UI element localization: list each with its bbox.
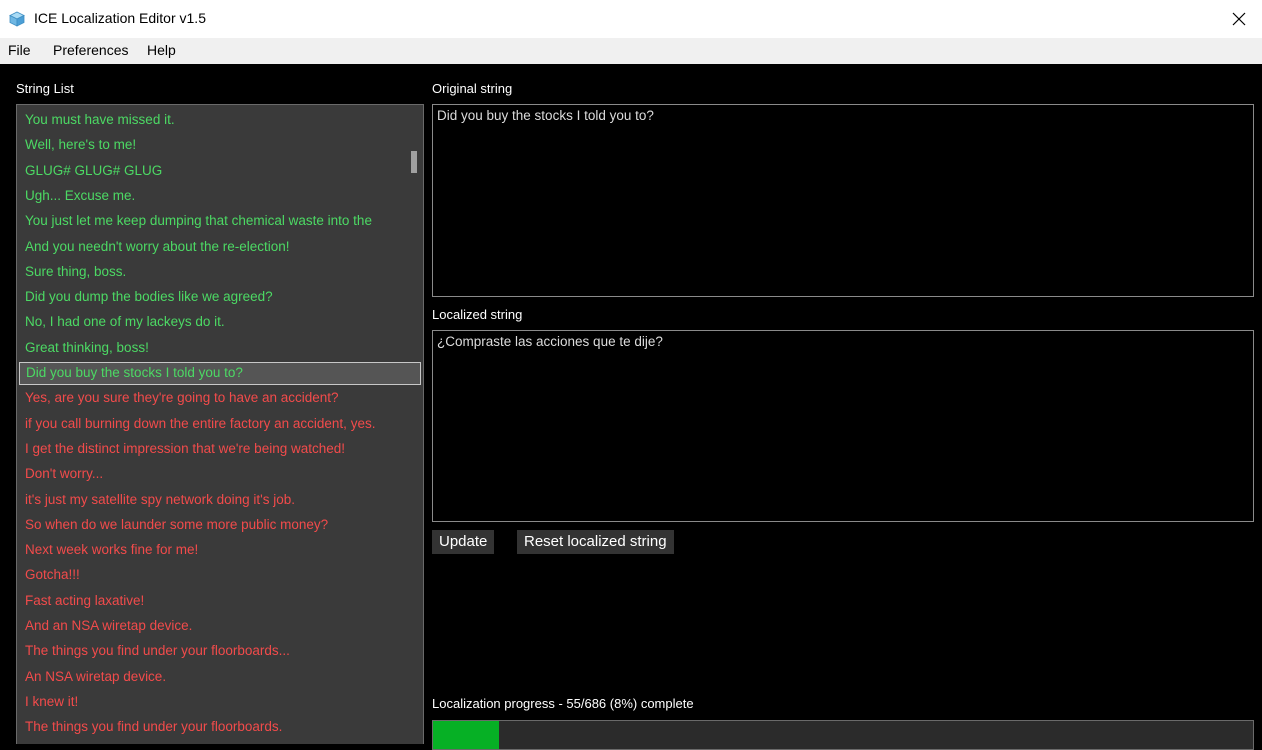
list-item[interactable]: And you needn't worry about the re-elect…: [19, 236, 421, 259]
menu-file[interactable]: File: [8, 42, 31, 58]
original-string-field[interactable]: Did you buy the stocks I told you to?: [432, 104, 1254, 297]
list-item[interactable]: Great thinking, boss!: [19, 337, 421, 360]
close-icon: [1232, 12, 1246, 26]
list-item[interactable]: Did you dump the bodies like we agreed?: [19, 286, 421, 309]
original-string-label: Original string: [432, 81, 513, 96]
list-item[interactable]: Ugh... Excuse me.: [19, 185, 421, 208]
list-item[interactable]: You just let me keep dumping that chemic…: [19, 210, 421, 233]
string-list-label: String List: [16, 81, 74, 96]
list-item[interactable]: Fast acting laxative!: [19, 590, 421, 613]
list-item[interactable]: So when do we launder some more public m…: [19, 514, 421, 537]
list-item[interactable]: GLUG# GLUG# GLUG: [19, 160, 421, 183]
menu-bar: File Preferences Help: [0, 38, 1262, 64]
localized-string-field[interactable]: ¿Compraste las acciones que te dije?: [432, 330, 1254, 522]
list-item[interactable]: I get the distinct impression that we're…: [19, 438, 421, 461]
list-item[interactable]: Next week works fine for me!: [19, 539, 421, 562]
list-item[interactable]: An NSA wiretap device.: [19, 666, 421, 689]
list-item[interactable]: Yes, are you sure they're going to have …: [19, 387, 421, 410]
list-item[interactable]: Gotcha!!!: [19, 564, 421, 587]
reset-localized-string-button[interactable]: Reset localized string: [517, 530, 674, 554]
title-bar: ICE Localization Editor v1.5: [0, 0, 1262, 38]
list-item[interactable]: The things you find under your floorboar…: [19, 640, 421, 663]
string-list[interactable]: You must have missed it. Well, here's to …: [16, 104, 424, 744]
list-item[interactable]: Well, here's to me!: [19, 134, 421, 157]
list-item-selected[interactable]: Did you buy the stocks I told you to?: [19, 362, 421, 385]
close-button[interactable]: [1216, 0, 1262, 38]
window-title: ICE Localization Editor v1.5: [34, 10, 206, 26]
list-item[interactable]: it's just my satellite spy network doing…: [19, 489, 421, 512]
localized-string-label: Localized string: [432, 307, 523, 322]
progress-fill: [433, 721, 499, 749]
list-item[interactable]: Sure thing, boss.: [19, 261, 421, 284]
localization-progress-bar: [432, 720, 1254, 750]
list-item[interactable]: if you call burning down the entire fact…: [19, 413, 421, 436]
update-button[interactable]: Update: [432, 530, 495, 554]
list-item[interactable]: The things you find under your floorboar…: [19, 716, 421, 739]
menu-preferences[interactable]: Preferences: [53, 42, 128, 58]
progress-label: Localization progress - 55/686 (8%) comp…: [432, 696, 694, 711]
list-item[interactable]: I knew it!: [19, 691, 421, 714]
list-item[interactable]: Don't worry...: [19, 463, 421, 486]
list-item[interactable]: You must have missed it.: [19, 109, 421, 132]
list-item[interactable]: No, I had one of my lackeys do it.: [19, 311, 421, 334]
ice-cube-icon: [9, 11, 25, 27]
menu-help[interactable]: Help: [147, 42, 176, 58]
list-item[interactable]: And an NSA wiretap device.: [19, 615, 421, 638]
